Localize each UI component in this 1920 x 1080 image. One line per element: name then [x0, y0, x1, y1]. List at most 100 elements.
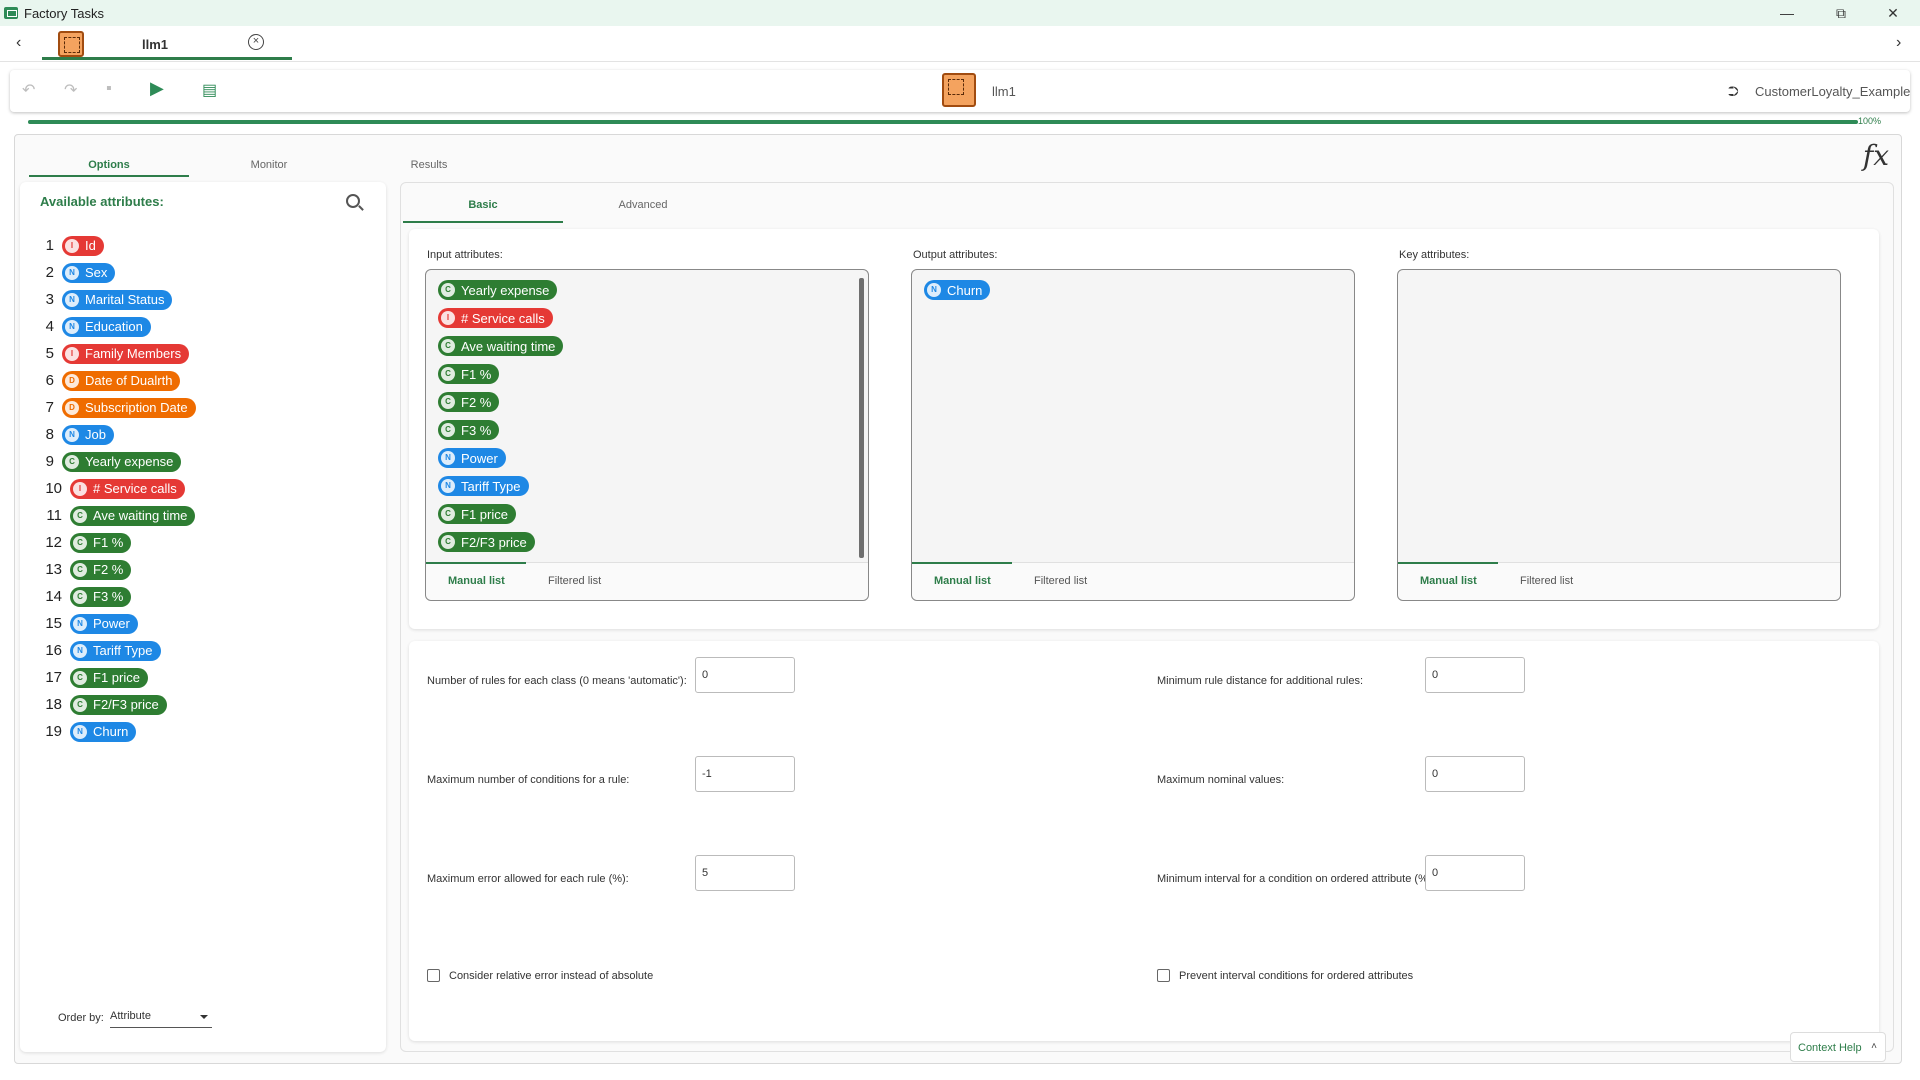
attribute-chip[interactable]: C F2/F3 price — [438, 532, 535, 552]
attribute-chip[interactable]: C Yearly expense — [62, 451, 182, 472]
document-tab-llm1[interactable]: llm1 × — [42, 28, 292, 60]
attribute-chip[interactable]: C F2 % — [70, 559, 132, 580]
attribute-chip[interactable]: N Education — [62, 316, 151, 337]
attribute-index: 6 — [45, 372, 54, 389]
attribute-row[interactable]: 17 C F1 price — [20, 664, 386, 691]
attribute-row[interactable]: 16 N Tariff Type — [20, 637, 386, 664]
attribute-chip[interactable]: C Ave waiting time — [70, 505, 196, 526]
attribute-chip[interactable]: C Ave waiting time — [438, 336, 564, 356]
attribute-index: 11 — [46, 507, 62, 524]
input-attributes-scrollbar[interactable] — [859, 278, 864, 558]
rules-per-class-input[interactable] — [695, 657, 795, 693]
key-attributes-box[interactable]: Manual list Filtered list — [1397, 269, 1841, 601]
attribute-index: 9 — [45, 453, 54, 470]
attribute-chip[interactable]: N Power — [70, 613, 138, 634]
close-window-button[interactable]: ✕ — [1870, 0, 1916, 26]
options-panel: Basic Advanced Input attributes: C Yearly… — [400, 182, 1894, 1052]
attribute-name: Power — [461, 450, 498, 466]
tab-close-icon[interactable]: × — [248, 34, 264, 50]
tab-manual-list[interactable]: Manual list — [448, 575, 505, 587]
min-rule-distance-input[interactable] — [1425, 657, 1525, 693]
attribute-row[interactable]: 15 N Power — [20, 610, 386, 637]
tab-basic[interactable]: Basic — [403, 193, 563, 223]
attribute-row[interactable]: 8 N Job — [20, 421, 386, 448]
max-error-input[interactable] — [695, 855, 795, 891]
relative-error-checkbox[interactable] — [427, 969, 440, 982]
key-attributes-tabs: Manual list Filtered list — [1398, 562, 1840, 600]
attribute-row[interactable]: 5 I Family Members — [20, 340, 386, 367]
minimize-button[interactable]: — — [1764, 0, 1810, 26]
attribute-chip[interactable]: C F1 % — [70, 532, 132, 553]
attribute-chip[interactable]: C F3 % — [438, 420, 500, 440]
attribute-chip[interactable]: N Tariff Type — [70, 640, 161, 661]
attribute-chip[interactable]: N Tariff Type — [438, 476, 529, 496]
attribute-chip[interactable]: C F1 % — [438, 364, 500, 384]
attribute-row[interactable]: 19 N Churn — [20, 718, 386, 745]
undo-icon[interactable]: ↶ — [22, 80, 35, 100]
attribute-chip[interactable]: N Marital Status — [62, 289, 173, 310]
max-nominal-values-input[interactable] — [1425, 756, 1525, 792]
attribute-chip[interactable]: I Family Members — [62, 343, 190, 364]
min-interval-input[interactable] — [1425, 855, 1525, 891]
attribute-row[interactable]: 7 D Subscription Date — [20, 394, 386, 421]
tab-filtered-list[interactable]: Filtered list — [1520, 575, 1573, 587]
search-icon[interactable] — [346, 194, 360, 208]
attribute-chip[interactable]: C F2 % — [438, 392, 500, 412]
restore-button[interactable]: ⧉ — [1818, 0, 1864, 26]
attribute-row[interactable]: 10 I # Service calls — [20, 475, 386, 502]
redo-icon[interactable]: ↷ — [64, 80, 77, 100]
tab-filtered-list[interactable]: Filtered list — [548, 575, 601, 587]
tabs-back-arrow-icon[interactable]: ‹ — [16, 34, 21, 52]
relative-error-label: Consider relative error instead of absol… — [449, 970, 654, 982]
llm-node-icon — [58, 31, 84, 57]
tab-manual-list[interactable]: Manual list — [1420, 575, 1477, 587]
attribute-row[interactable]: 11 C Ave waiting time — [20, 502, 386, 529]
attribute-chip[interactable]: N Job — [62, 424, 114, 445]
attribute-name: F3 % — [93, 589, 124, 604]
attribute-row[interactable]: 12 C F1 % — [20, 529, 386, 556]
attribute-chip[interactable]: D Date of Dualrth — [62, 370, 181, 391]
save-icon[interactable]: ▪ — [106, 80, 112, 98]
attribute-row[interactable]: 13 C F2 % — [20, 556, 386, 583]
run-icon[interactable]: ▶ — [150, 78, 164, 99]
attribute-chip[interactable]: C F2/F3 price — [70, 694, 167, 715]
tab-monitor[interactable]: Monitor — [189, 147, 349, 177]
tab-results[interactable]: Results — [349, 147, 509, 177]
prevent-interval-checkbox[interactable] — [1157, 969, 1170, 982]
output-attributes-box[interactable]: N Churn Manual list Filtered list — [911, 269, 1355, 601]
attribute-chip[interactable]: I Id — [62, 235, 104, 256]
attribute-chip[interactable]: C F3 % — [70, 586, 132, 607]
attribute-row[interactable]: 2 N Sex — [20, 259, 386, 286]
attribute-type-badge: N — [73, 643, 87, 658]
attribute-row[interactable]: 3 N Marital Status — [20, 286, 386, 313]
tab-advanced[interactable]: Advanced — [563, 193, 723, 223]
attribute-row[interactable]: 9 C Yearly expense — [20, 448, 386, 475]
attribute-row[interactable]: 6 D Date of Dualrth — [20, 367, 386, 394]
tab-manual-list[interactable]: Manual list — [934, 575, 991, 587]
attribute-chip[interactable]: N Power — [438, 448, 506, 468]
tabs-forward-arrow-icon[interactable]: › — [1896, 34, 1901, 52]
attribute-list: 1 I Id 2 N Sex 3 N Marital Status 4 N Education 5 I Fa… — [20, 232, 386, 745]
fx-icon[interactable]: fx — [1863, 139, 1889, 172]
tab-options[interactable]: Options — [29, 147, 189, 177]
attribute-chip[interactable]: I # Service calls — [438, 308, 553, 328]
attribute-chip[interactable]: D Subscription Date — [62, 397, 196, 418]
attribute-row[interactable]: 4 N Education — [20, 313, 386, 340]
document-icon[interactable]: ▤ — [202, 80, 217, 100]
attribute-chip[interactable]: N Sex — [62, 262, 116, 283]
attribute-row[interactable]: 18 C F2/F3 price — [20, 691, 386, 718]
attribute-name: # Service calls — [93, 481, 177, 496]
max-conditions-input[interactable] — [695, 756, 795, 792]
attribute-chip[interactable]: C Yearly expense — [438, 280, 558, 300]
attribute-chip[interactable]: N Churn — [924, 280, 991, 300]
attribute-row[interactable]: 14 C F3 % — [20, 583, 386, 610]
input-attributes-box[interactable]: C Yearly expense I # Service calls C Ave wait… — [425, 269, 869, 601]
order-by-select[interactable]: Attribute — [110, 1008, 212, 1028]
attribute-chip[interactable]: N Churn — [70, 721, 137, 742]
attribute-chip[interactable]: C F1 price — [438, 504, 516, 524]
attribute-row[interactable]: 1 I Id — [20, 232, 386, 259]
context-help-button[interactable]: Context Help ˄ — [1790, 1032, 1886, 1062]
tab-filtered-list[interactable]: Filtered list — [1034, 575, 1087, 587]
attribute-chip[interactable]: C F1 price — [70, 667, 148, 688]
attribute-chip[interactable]: I # Service calls — [70, 478, 185, 499]
